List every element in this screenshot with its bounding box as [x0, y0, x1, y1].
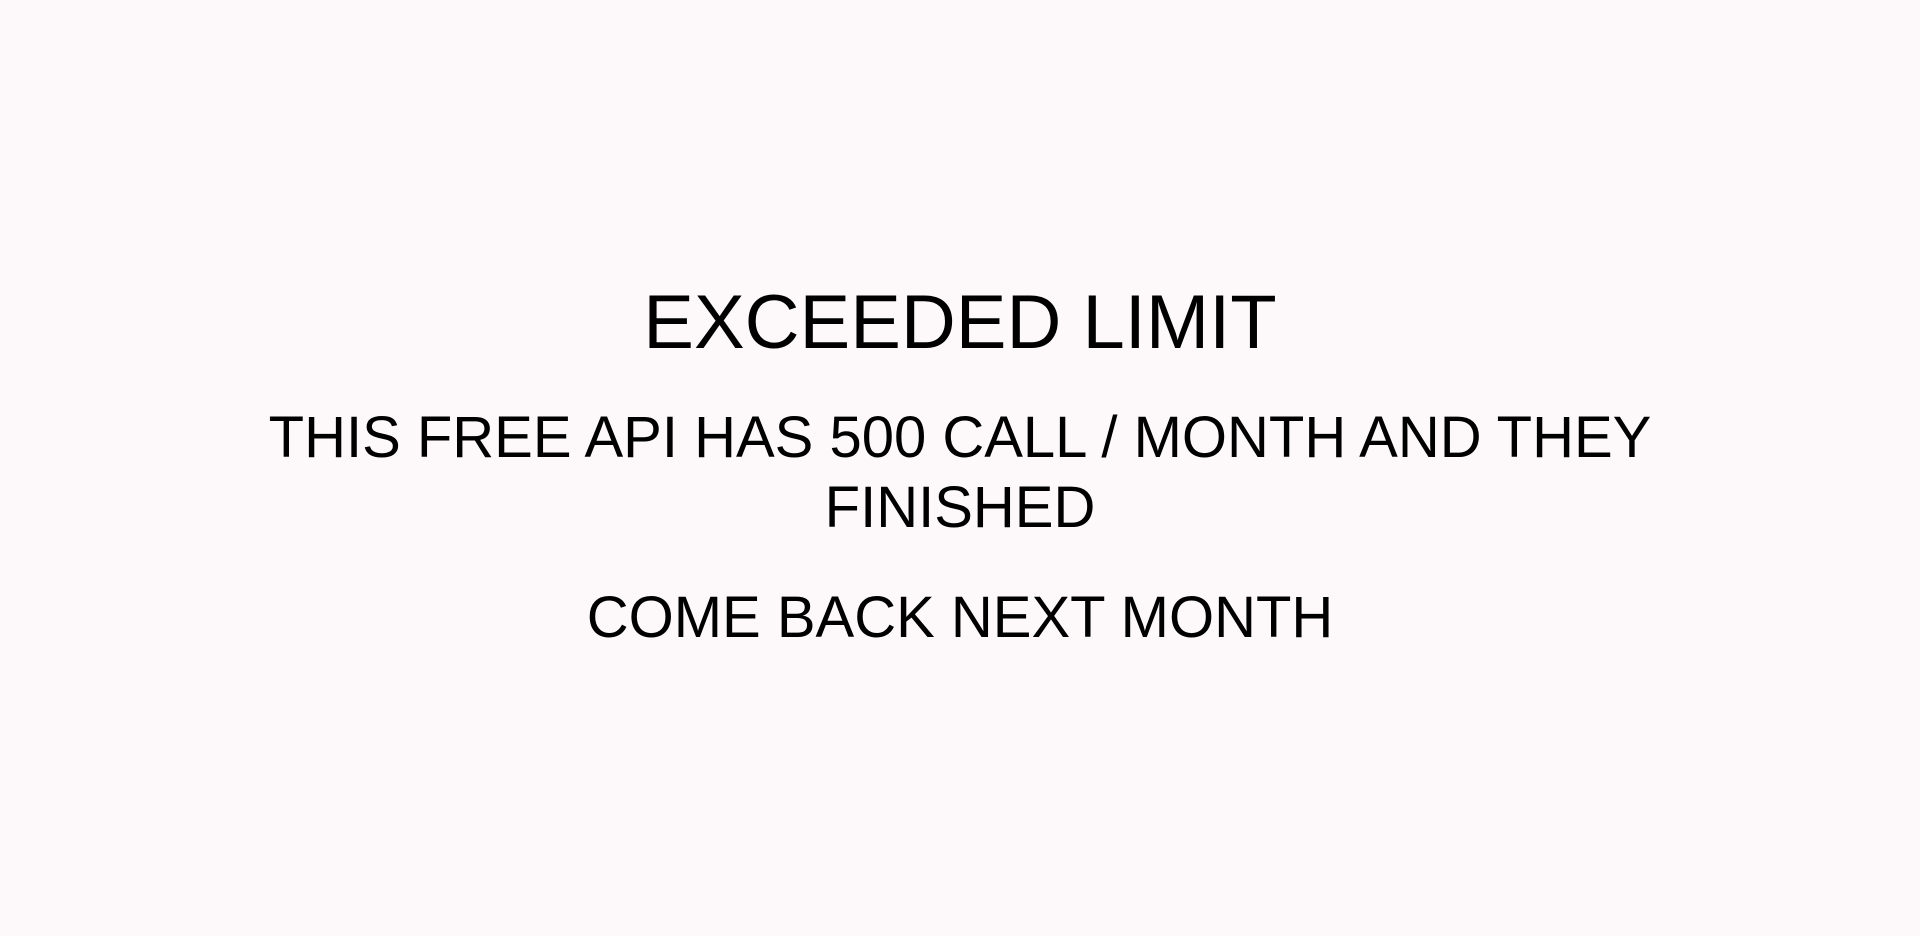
error-page: EXCEEDED LIMIT THIS FREE API HAS 500 CAL…	[0, 0, 1920, 936]
error-message: EXCEEDED LIMIT THIS FREE API HAS 500 CAL…	[0, 285, 1920, 651]
error-title: EXCEEDED LIMIT	[643, 280, 1277, 365]
error-detail: THIS FREE API HAS 500 CALL / MONTH AND T…	[268, 405, 1652, 540]
error-hint: COME BACK NEXT MONTH	[586, 585, 1334, 650]
